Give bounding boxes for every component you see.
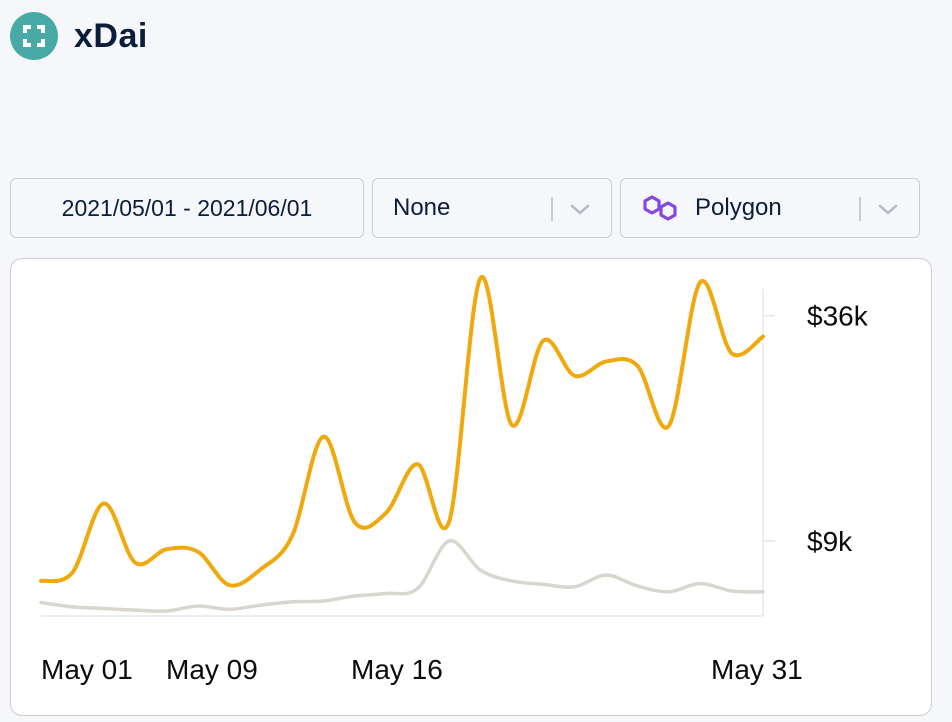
chain-select-value: Polygon [695, 194, 782, 221]
x-tick-label: May 09 [166, 654, 258, 685]
x-tick-label: May 31 [711, 654, 803, 685]
xdai-logo-icon [10, 12, 58, 60]
chart-canvas: $36k $9k May 01 May 09 May 16 May 31 [39, 275, 869, 685]
chevron-down-icon[interactable] [569, 198, 591, 227]
select-divider [859, 197, 861, 221]
compare-select[interactable]: None [372, 178, 612, 238]
chain-select[interactable]: Polygon [620, 178, 920, 238]
volume-chart: $36k $9k May 01 May 09 May 16 May 31 [10, 258, 932, 716]
select-divider [551, 197, 553, 221]
page-title: xDai [74, 16, 148, 55]
series-line-secondary [39, 539, 765, 613]
date-range-value: 2021/05/01 - 2021/06/01 [61, 194, 313, 221]
polygon-logo-icon [641, 192, 681, 224]
y-tick-label: $36k [807, 301, 869, 332]
app-header: xDai [10, 12, 148, 60]
y-tick-label: $9k [807, 526, 853, 557]
compare-select-value: None [393, 194, 451, 221]
x-tick-label: May 16 [351, 654, 443, 685]
series-line-primary [39, 275, 765, 588]
chevron-down-icon[interactable] [877, 198, 899, 227]
x-tick-label: May 01 [41, 654, 133, 685]
date-range-picker[interactable]: 2021/05/01 - 2021/06/01 [10, 178, 364, 238]
